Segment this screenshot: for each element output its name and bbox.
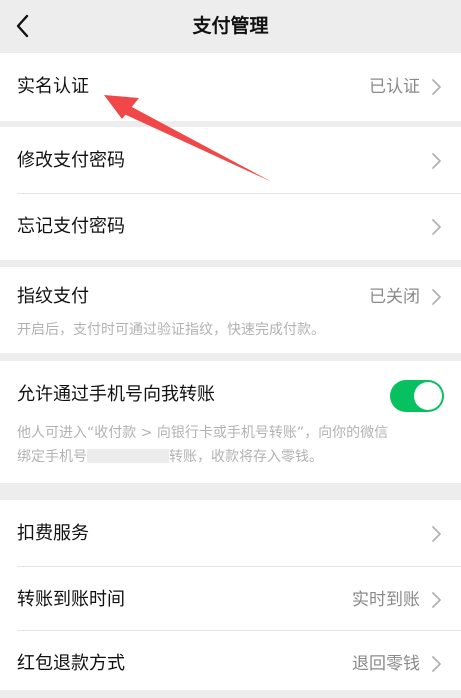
phone-transfer-description: 他人可进入“收付款 > 向银行卡或手机号转账”，向你的微信 绑定手机号 转账，收款…: [17, 421, 442, 469]
chevron-right-icon: [431, 152, 443, 170]
chevron-right-icon: [431, 218, 443, 236]
phone-transfer-label: 允许通过手机号向我转账: [17, 384, 215, 405]
forgot-pay-password-row[interactable]: 忘记支付密码: [0, 193, 461, 261]
modify-pay-password-label: 修改支付密码: [17, 150, 125, 171]
verify-group: 实名认证 已认证: [0, 53, 461, 121]
real-name-verify-row[interactable]: 实名认证 已认证: [0, 53, 461, 121]
chevron-right-icon: [431, 288, 443, 306]
services-group: 扣费服务 转账到账时间 实时到账 红包退款方式 退回零钱: [0, 500, 461, 690]
toggle-knob: [414, 382, 442, 410]
phone-transfer-toggle[interactable]: [390, 380, 444, 412]
phone-transfer-group: 允许通过手机号向我转账 他人可进入“收付款 > 向银行卡或手机号转账”，向你的微…: [0, 361, 461, 483]
phone-transfer-desc-suffix: 转账，收款将存入零钱。: [169, 449, 323, 465]
password-group: 修改支付密码 忘记支付密码: [0, 127, 461, 260]
transfer-arrival-time-row[interactable]: 转账到账时间 实时到账: [0, 566, 461, 634]
chevron-right-icon: [431, 78, 443, 96]
red-packet-refund-value: 退回零钱: [352, 654, 420, 674]
fingerprint-description: 开启后，支付时可通过验证指纹，快速完成付款。: [17, 322, 325, 338]
real-name-verify-status: 已认证: [369, 77, 420, 97]
forgot-pay-password-label: 忘记支付密码: [17, 216, 125, 237]
transfer-arrival-time-value: 实时到账: [352, 590, 420, 610]
deduct-service-label: 扣费服务: [17, 523, 89, 544]
phone-transfer-desc-line2: 绑定手机号 转账，收款将存入零钱。: [17, 445, 442, 469]
chevron-right-icon: [431, 655, 443, 673]
nav-bar: 支付管理: [0, 0, 461, 52]
red-packet-refund-label: 红包退款方式: [17, 653, 125, 674]
red-packet-refund-row[interactable]: 红包退款方式 退回零钱: [0, 630, 461, 698]
chevron-right-icon: [431, 525, 443, 543]
deduct-service-row[interactable]: 扣费服务: [0, 500, 461, 568]
modify-pay-password-row[interactable]: 修改支付密码: [0, 127, 461, 195]
phone-transfer-desc-prefix: 绑定手机号: [17, 449, 87, 465]
chevron-right-icon: [431, 591, 443, 609]
phone-transfer-desc-line1: 他人可进入“收付款 > 向银行卡或手机号转账”，向你的微信: [17, 425, 389, 441]
transfer-arrival-time-label: 转账到账时间: [17, 589, 125, 610]
masked-phone-number: [87, 449, 169, 463]
real-name-verify-label: 实名认证: [17, 76, 89, 97]
page-title: 支付管理: [192, 15, 269, 37]
fingerprint-group: 指纹支付 已关闭 开启后，支付时可通过验证指纹，快速完成付款。: [0, 267, 461, 353]
